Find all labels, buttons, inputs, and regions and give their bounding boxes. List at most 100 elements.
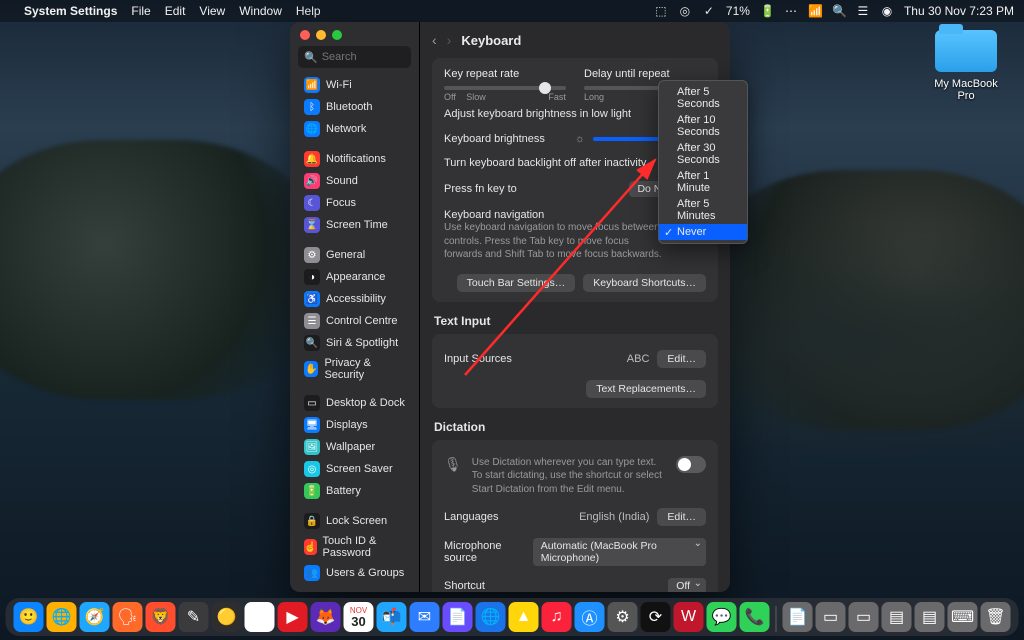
desktop-folder-label: My MacBook Pro (926, 78, 1006, 102)
dock[interactable]: 🙂🌐🧭🗣🦁✎🟡⭘▶🦊NOV30📬✉📄🌐▲♫Ⓐ⚙⟳W💬📞📄▭▭▤▤⌨🗑 (6, 598, 1019, 636)
status-icon[interactable]: ⋯ (784, 4, 798, 18)
spotlight-icon[interactable]: 🔍 (832, 4, 846, 18)
sidebar-item-battery[interactable]: 🔋Battery (296, 480, 413, 502)
siri-icon[interactable]: ◉ (880, 4, 894, 18)
sidebar-item-label: Desktop & Dock (326, 397, 405, 409)
sidebar-item-wallpaper[interactable]: 🖼Wallpaper (296, 436, 413, 458)
dictation-languages-edit-button[interactable]: Edit… (657, 508, 706, 526)
wifi-icon[interactable]: 📶 (808, 4, 822, 18)
dock-app-icon[interactable]: 🦊 (311, 602, 341, 632)
menu-window[interactable]: Window (239, 4, 282, 18)
dock-app-icon[interactable]: Ⓐ (575, 602, 605, 632)
sidebar-item-wi-fi[interactable]: 📶Wi-Fi (296, 74, 413, 96)
forward-button[interactable]: › (447, 32, 452, 48)
dock-app-icon[interactable]: ▶ (278, 602, 308, 632)
sidebar-item-screen-time[interactable]: ⌛Screen Time (296, 214, 413, 236)
sidebar-item-siri-spotlight[interactable]: 🔍Siri & Spotlight (296, 332, 413, 354)
dock-app-icon[interactable]: ▭ (849, 602, 879, 632)
sidebar-item-label: General (326, 249, 365, 261)
menu-item[interactable]: After 10 Seconds (659, 112, 747, 140)
sidebar-item-lock-screen[interactable]: 🔒Lock Screen (296, 510, 413, 532)
dock-app-icon[interactable]: 💬 (707, 602, 737, 632)
menu-edit[interactable]: Edit (165, 4, 186, 18)
backlight-timeout-menu[interactable]: After 5 SecondsAfter 10 SecondsAfter 30 … (658, 80, 748, 244)
dock-app-icon[interactable]: 📄 (783, 602, 813, 632)
dock-app-icon[interactable]: 📬 (377, 602, 407, 632)
menubar-datetime[interactable]: Thu 30 Nov 7:23 PM (904, 4, 1014, 18)
dock-app-icon[interactable]: ⚙ (608, 602, 638, 632)
sidebar-item-touch-id-password[interactable]: ☝Touch ID & Password (296, 532, 413, 562)
menu-item[interactable]: After 1 Minute (659, 168, 747, 196)
key-repeat-slider[interactable] (444, 86, 566, 90)
status-icon[interactable]: ◎ (678, 4, 692, 18)
sidebar-item-displays[interactable]: 🖥Displays (296, 414, 413, 436)
dock-app-icon[interactable]: ▭ (816, 602, 846, 632)
dock-app-icon[interactable]: ▤ (882, 602, 912, 632)
dock-app-icon[interactable]: ✎ (179, 602, 209, 632)
dock-app-icon[interactable]: NOV30 (344, 602, 374, 632)
input-sources-edit-button[interactable]: Edit… (657, 350, 706, 368)
sidebar-search[interactable]: 🔍 (298, 46, 411, 68)
dictation-shortcut-select[interactable]: Off (668, 578, 706, 592)
sidebar-item-notifications[interactable]: 🔔Notifications (296, 148, 413, 170)
dock-app-icon[interactable]: ♫ (542, 602, 572, 632)
dock-app-icon[interactable]: 🌐 (476, 602, 506, 632)
desktop-folder[interactable]: My MacBook Pro (926, 30, 1006, 102)
dock-app-icon[interactable]: 📄 (443, 602, 473, 632)
dock-app-icon[interactable]: 📞 (740, 602, 770, 632)
sidebar-item-accessibility[interactable]: ♿Accessibility (296, 288, 413, 310)
sidebar-item-desktop-dock[interactable]: ▭Desktop & Dock (296, 392, 413, 414)
dock-app-icon[interactable]: 🟡 (212, 602, 242, 632)
dock-app-icon[interactable]: ▤ (915, 602, 945, 632)
dock-app-icon[interactable]: ▲ (509, 602, 539, 632)
menu-item[interactable]: After 5 Seconds (659, 84, 747, 112)
sidebar-icon: 🔍 (304, 335, 320, 351)
sidebar-item-control-centre[interactable]: ☰Control Centre (296, 310, 413, 332)
sidebar-item-general[interactable]: ⚙General (296, 244, 413, 266)
control-center-icon[interactable]: ☰ (856, 4, 870, 18)
keyboard-shortcuts-button[interactable]: Keyboard Shortcuts… (583, 274, 706, 292)
status-icon[interactable]: ⬚ (654, 4, 668, 18)
dock-app-icon[interactable]: 🦁 (146, 602, 176, 632)
dock-app-icon[interactable]: 🙂 (14, 602, 44, 632)
minimize-button[interactable] (316, 30, 326, 40)
text-replacements-button[interactable]: Text Replacements… (586, 380, 706, 398)
touch-bar-settings-button[interactable]: Touch Bar Settings… (457, 274, 576, 292)
back-button[interactable]: ‹ (432, 32, 437, 48)
dock-app-icon[interactable]: ✉ (410, 602, 440, 632)
app-menu[interactable]: System Settings (24, 4, 117, 18)
sidebar-item-label: Wi-Fi (326, 79, 352, 91)
dock-app-icon[interactable]: ⭘ (245, 602, 275, 632)
sidebar-item-focus[interactable]: ☾Focus (296, 192, 413, 214)
dock-app-icon[interactable]: 🌐 (47, 602, 77, 632)
sidebar-item-appearance[interactable]: ◑Appearance (296, 266, 413, 288)
zoom-button[interactable] (332, 30, 342, 40)
sidebar-list[interactable]: 📶Wi-FiᛒBluetooth🌐Network 🔔Notifications🔊S… (290, 74, 419, 592)
sidebar-item-sound[interactable]: 🔊Sound (296, 170, 413, 192)
menu-item[interactable]: After 5 Minutes (659, 196, 747, 224)
sidebar-item-bluetooth[interactable]: ᛒBluetooth (296, 96, 413, 118)
menu-item[interactable]: Never (659, 224, 747, 240)
close-button[interactable] (300, 30, 310, 40)
sidebar-item-screen-saver[interactable]: ◎Screen Saver (296, 458, 413, 480)
dock-app-icon[interactable]: 🗑 (981, 602, 1011, 632)
dock-app-icon[interactable]: ⟳ (641, 602, 671, 632)
battery-icon[interactable]: 🔋 (760, 4, 774, 18)
status-icon[interactable]: ✓ (702, 4, 716, 18)
dock-app-icon[interactable]: 🗣 (113, 602, 143, 632)
sidebar-item-privacy-security[interactable]: ✋Privacy & Security (296, 354, 413, 384)
menu-file[interactable]: File (131, 4, 150, 18)
dock-app-icon[interactable]: ⌨ (948, 602, 978, 632)
dock-app-icon[interactable]: W (674, 602, 704, 632)
sidebar-item-label: Screen Saver (326, 463, 393, 475)
sidebar-item-label: Displays (326, 419, 368, 431)
mic-source-select[interactable]: Automatic (MacBook Pro Microphone) (533, 538, 706, 566)
dictation-toggle[interactable] (676, 456, 706, 473)
dock-app-icon[interactable]: 🧭 (80, 602, 110, 632)
sidebar-item-label: Network (326, 123, 366, 135)
menu-view[interactable]: View (199, 4, 225, 18)
menu-help[interactable]: Help (296, 4, 321, 18)
menu-item[interactable]: After 30 Seconds (659, 140, 747, 168)
sidebar-item-network[interactable]: 🌐Network (296, 118, 413, 140)
sidebar-item-users-groups[interactable]: 👥Users & Groups (296, 562, 413, 584)
